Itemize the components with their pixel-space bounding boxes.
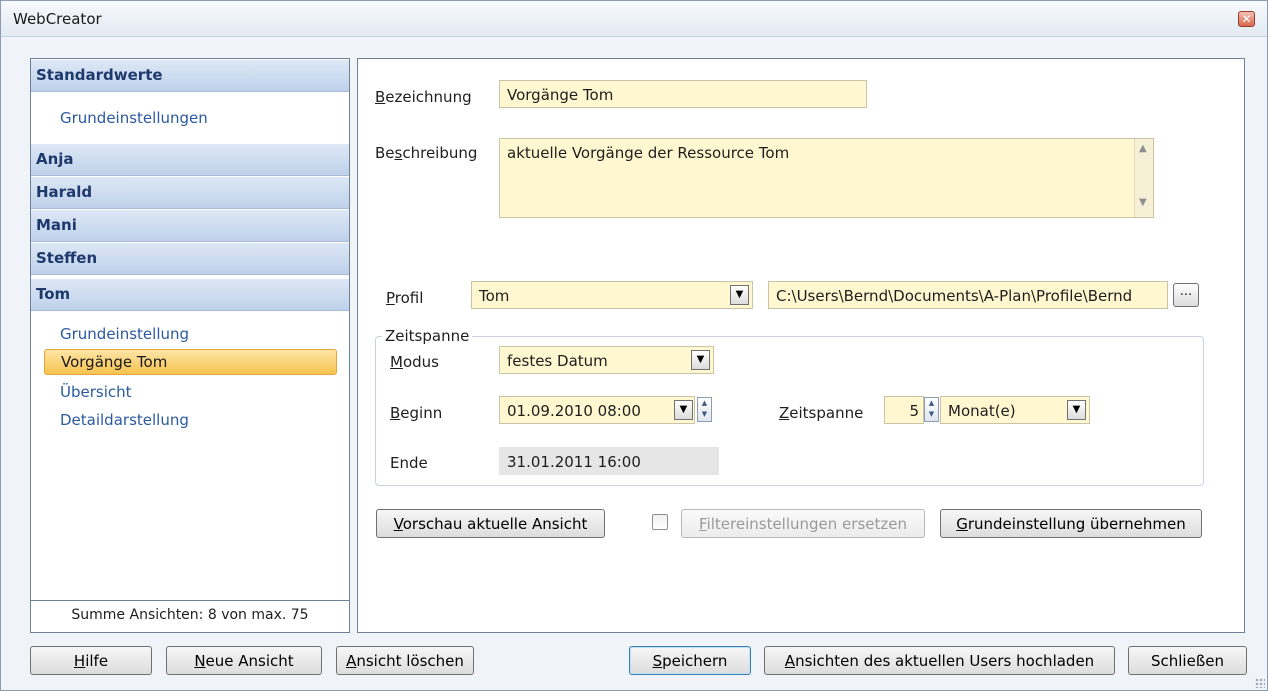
- scroll-up-icon[interactable]: ▲: [1139, 143, 1147, 154]
- calendar-dropdown-icon[interactable]: ▼: [674, 400, 693, 420]
- hochladen-button[interactable]: Ansichten des aktuellen Users hochladen: [764, 646, 1115, 675]
- grundeinstellung-uebernehmen-button[interactable]: Grundeinstellung übernehmen: [940, 509, 1202, 538]
- zeitspanne-label: Zeitspanne: [779, 404, 864, 422]
- nav-item-detaildarstellung[interactable]: Detaildarstellung: [41, 408, 337, 434]
- hilfe-button[interactable]: Hilfe: [30, 646, 152, 675]
- group-header-steffen[interactable]: Steffen: [31, 242, 349, 275]
- group-header-harald[interactable]: Harald: [31, 176, 349, 209]
- modus-label: Modus: [390, 353, 439, 371]
- ende-value: 31.01.2011 16:00: [499, 447, 719, 475]
- zeitspanne-spinner[interactable]: ▲ ▼: [924, 397, 939, 422]
- resize-grip[interactable]: [1255, 678, 1265, 688]
- chevron-down-icon[interactable]: ▼: [691, 350, 710, 370]
- beginn-spinner[interactable]: ▲ ▼: [697, 397, 712, 422]
- title-bar: WebCreator ✕: [1, 1, 1267, 37]
- bezeichnung-label: Bezeichnung: [375, 88, 472, 106]
- beginn-datetime-input[interactable]: 01.09.2010 08:00 ▼: [499, 396, 695, 424]
- nav-item-uebersicht[interactable]: Übersicht: [41, 380, 337, 406]
- chevron-down-icon[interactable]: ▼: [730, 285, 749, 305]
- beschreibung-text: aktuelle Vorgänge der Ressource Tom: [507, 144, 790, 162]
- webcreator-window: WebCreator ✕ Standardwerte Grundeinstell…: [0, 0, 1268, 691]
- group-header-mani[interactable]: Mani: [31, 209, 349, 242]
- neue-ansicht-button[interactable]: Neue Ansicht: [166, 646, 322, 675]
- nav-item-vorgaenge-tom[interactable]: Vorgänge Tom: [44, 349, 337, 375]
- group-header-standardwerte[interactable]: Standardwerte: [31, 59, 349, 92]
- views-navigation-panel: Standardwerte Grundeinstellungen Anja Ha…: [30, 58, 350, 633]
- zeitspanne-unit-select[interactable]: Monat(e) ▼: [940, 396, 1090, 424]
- modus-selected-value: festes Datum: [507, 352, 608, 370]
- group-header-tom[interactable]: Tom: [31, 278, 349, 311]
- ende-label: Ende: [390, 454, 428, 472]
- profil-select[interactable]: Tom ▼: [471, 281, 753, 309]
- beschreibung-label: Beschreibung: [375, 144, 478, 162]
- nav-item-grundeinstellungen[interactable]: Grundeinstellungen: [41, 106, 337, 132]
- beginn-label: Beginn: [390, 404, 443, 422]
- close-icon[interactable]: ✕: [1238, 11, 1255, 27]
- bezeichnung-input[interactable]: Vorgänge Tom: [499, 80, 867, 108]
- chevron-down-icon[interactable]: ▼: [1067, 400, 1086, 420]
- schliessen-button[interactable]: Schließen: [1128, 646, 1247, 675]
- beschreibung-textarea[interactable]: aktuelle Vorgänge der Ressource Tom ▲ ▼: [499, 138, 1154, 218]
- modus-select[interactable]: festes Datum ▼: [499, 346, 714, 374]
- beginn-value: 01.09.2010 08:00: [507, 402, 641, 420]
- zeitspanne-group-title: Zeitspanne: [382, 327, 473, 345]
- group-header-anja[interactable]: Anja: [31, 143, 349, 176]
- zeitspanne-count-input[interactable]: 5: [884, 396, 924, 424]
- profil-label: Profil: [386, 289, 424, 307]
- browse-button[interactable]: ...: [1173, 283, 1199, 307]
- filter-checkbox[interactable]: [652, 514, 668, 530]
- zeitspanne-unit-value: Monat(e): [948, 402, 1016, 420]
- nav-item-grundeinstellung[interactable]: Grundeinstellung: [41, 322, 337, 348]
- views-summary: Summe Ansichten: 8 von max. 75: [31, 600, 349, 632]
- view-editor-panel: Bezeichnung Vorgänge Tom Beschreibung ak…: [357, 58, 1245, 633]
- profil-path-input[interactable]: C:\Users\Bernd\Documents\A-Plan\Profile\…: [768, 281, 1168, 309]
- profil-selected-value: Tom: [479, 287, 510, 305]
- scroll-down-icon[interactable]: ▼: [1139, 197, 1147, 208]
- beschreibung-scrollbar[interactable]: ▲ ▼: [1134, 139, 1153, 217]
- window-title: WebCreator: [13, 10, 102, 28]
- ansicht-loeschen-button[interactable]: Ansicht löschen: [336, 646, 474, 675]
- filtereinstellungen-ersetzen-button[interactable]: Filtereinstellungen ersetzen: [681, 509, 925, 538]
- speichern-button[interactable]: Speichern: [629, 646, 751, 675]
- vorschau-button[interactable]: Vorschau aktuelle Ansicht: [376, 509, 605, 538]
